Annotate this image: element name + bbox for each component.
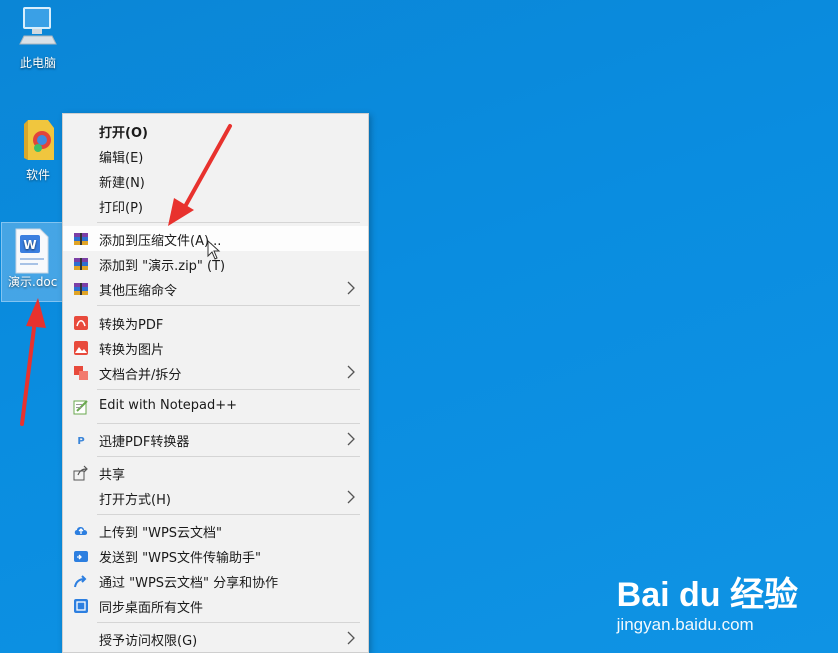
menu-separator	[97, 514, 360, 515]
chevron-right-icon	[344, 279, 358, 297]
folder-icon	[18, 118, 58, 162]
menu-separator	[97, 423, 360, 424]
image-convert-icon	[73, 340, 89, 356]
archive-icon	[73, 256, 89, 272]
desktop-icon-label: 此电脑	[19, 56, 56, 70]
menu-separator	[97, 456, 360, 457]
menu-item-convert-pdf[interactable]: 转换为PDF	[63, 310, 368, 335]
menu-separator	[97, 305, 360, 306]
watermark-url: jingyan.baidu.com	[616, 615, 754, 634]
menu-item-label: 通过 "WPS云文档" 分享和协作	[99, 576, 279, 591]
watermark-logo: Bai du 经验	[616, 576, 798, 614]
menu-item-label: 发送到 "WPS文件传输助手"	[99, 551, 262, 566]
desktop-icon-label: 演示.doc	[8, 275, 58, 289]
menu-item-label: 共享	[99, 468, 126, 483]
menu-item-label: 其他压缩命令	[99, 284, 178, 299]
archive-icon	[73, 281, 89, 297]
menu-item-label: 打开方式(H)	[99, 493, 171, 508]
mouse-cursor-icon	[207, 240, 221, 260]
menu-item-label: Edit with Notepad++	[99, 398, 238, 413]
pdf-tool-icon: P	[73, 432, 89, 448]
wps-doc-icon: W	[12, 227, 52, 274]
desktop-icon-this-pc[interactable]: 此电脑	[10, 6, 66, 71]
menu-item-upload-wps-cloud[interactable]: 上传到 "WPS云文档"	[63, 518, 368, 543]
menu-item-label: 迅捷PDF转换器	[99, 435, 190, 450]
send-icon	[73, 548, 89, 564]
menu-separator	[97, 389, 360, 390]
menu-item-send-wps-transfer[interactable]: 发送到 "WPS文件传输助手"	[63, 543, 368, 568]
share-collab-icon	[73, 573, 89, 589]
menu-separator	[97, 622, 360, 623]
archive-icon	[73, 231, 89, 247]
baidu-jingyan-watermark: Bai du 经验 jingyan.baidu.com	[617, 577, 798, 635]
menu-item-label: 添加到压缩文件(A)...	[99, 234, 222, 249]
svg-text:P: P	[77, 436, 84, 447]
cloud-upload-icon	[73, 523, 89, 539]
menu-item-notepadpp[interactable]: Edit with Notepad++	[63, 394, 368, 419]
menu-item-share-collab[interactable]: 通过 "WPS云文档" 分享和协作	[63, 568, 368, 593]
menu-item-other-compress[interactable]: 其他压缩命令	[63, 276, 368, 301]
share-icon	[73, 465, 89, 481]
red-arrow-doc-icon	[20, 298, 46, 426]
menu-item-label: 转换为PDF	[99, 318, 164, 333]
menu-item-label: 文档合并/拆分	[99, 368, 182, 383]
menu-item-label: 打开(O)	[99, 126, 148, 141]
menu-item-convert-image[interactable]: 转换为图片	[63, 335, 368, 360]
desktop-icon-label: 软件	[25, 168, 50, 182]
merge-split-icon	[73, 365, 89, 381]
menu-item-label: 授予访问权限(G)	[99, 634, 198, 649]
chevron-right-icon	[344, 430, 358, 448]
sync-icon	[73, 598, 89, 614]
menu-item-label: 上传到 "WPS云文档"	[99, 526, 223, 541]
menu-item-share[interactable]: 共享	[63, 460, 368, 485]
pdf-convert-icon	[73, 315, 89, 331]
chevron-right-icon	[344, 488, 358, 506]
menu-item-sync-desktop[interactable]: 同步桌面所有文件	[63, 593, 368, 618]
desktop-icon-software[interactable]: 软件	[10, 118, 66, 183]
menu-item-label: 同步桌面所有文件	[99, 601, 204, 616]
red-arrow-menu-icon	[168, 124, 232, 226]
svg-text:W: W	[23, 238, 36, 252]
menu-item-grant-access[interactable]: 授予访问权限(G)	[63, 626, 368, 651]
notepadpp-icon	[73, 399, 89, 415]
chevron-right-icon	[344, 629, 358, 647]
menu-item-label: 编辑(E)	[99, 151, 144, 166]
menu-item-label: 转换为图片	[99, 343, 165, 358]
menu-item-label: 打印(P)	[99, 201, 143, 216]
menu-item-label: 新建(N)	[99, 176, 145, 191]
menu-item-open-with[interactable]: 打开方式(H)	[63, 485, 368, 510]
menu-item-xunjie-pdf[interactable]: P 迅捷PDF转换器	[63, 427, 368, 452]
pc-icon	[18, 6, 58, 50]
chevron-right-icon	[344, 363, 358, 381]
menu-item-merge-split[interactable]: 文档合并/拆分	[63, 360, 368, 385]
